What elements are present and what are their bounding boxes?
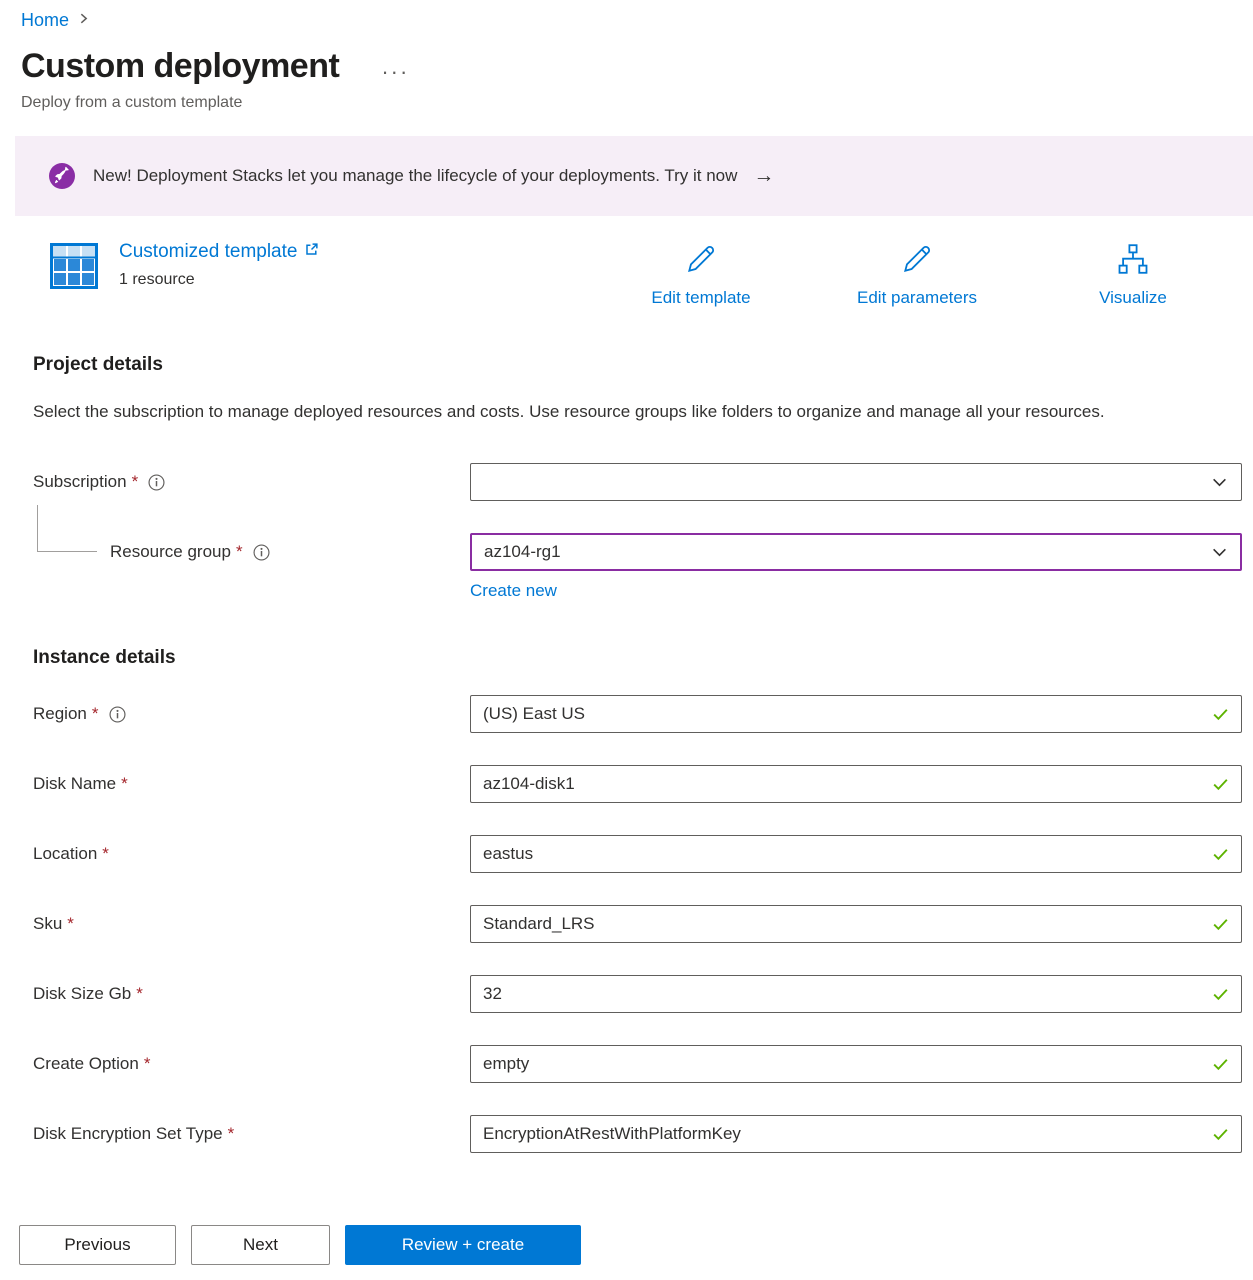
required-marker: * (236, 542, 243, 562)
template-name-label: Customized template (119, 241, 297, 263)
disk-size-input[interactable] (470, 975, 1242, 1013)
required-marker: * (92, 704, 99, 724)
valid-check-icon (1211, 985, 1230, 1004)
breadcrumb-home-link[interactable]: Home (21, 10, 69, 31)
valid-check-icon (1211, 1125, 1230, 1144)
next-button[interactable]: Next (191, 1225, 330, 1265)
template-meta: Customized template 1 resource (119, 241, 319, 289)
chevron-right-icon (77, 12, 90, 30)
template-actions: Edit template Edit parameters Visualize (593, 241, 1241, 308)
template-summary: Customized template 1 resource Edit temp… (0, 241, 1253, 308)
subscription-row: Subscription * (0, 463, 1253, 501)
template-name-link[interactable]: Customized template (119, 241, 319, 263)
resource-group-dropdown[interactable]: az104-rg1 (470, 533, 1242, 571)
arrow-right-icon[interactable]: → (753, 164, 774, 188)
breadcrumb: Home (0, 0, 1253, 31)
template-resource-count: 1 resource (119, 271, 319, 289)
required-marker: * (136, 984, 143, 1004)
resource-group-row: Resource group * az104-rg1 (0, 533, 1253, 571)
valid-check-icon (1211, 915, 1230, 934)
disk-encryption-set-type-input[interactable] (470, 1115, 1242, 1153)
disk-size-row: Disk Size Gb * (0, 975, 1253, 1013)
disk-encryption-set-type-label: Disk Encryption Set Type (33, 1124, 223, 1144)
region-row: Region * (0, 695, 1253, 733)
wizard-footer: Previous Next Review + create (0, 1210, 1253, 1280)
page-content: Home Custom deployment ··· Deploy from a… (0, 0, 1253, 1206)
info-icon[interactable] (109, 706, 126, 723)
create-option-input[interactable] (470, 1045, 1242, 1083)
hierarchy-icon (1115, 241, 1151, 282)
page-subtitle: Deploy from a custom template (21, 94, 1253, 112)
required-marker: * (121, 774, 128, 794)
required-marker: * (67, 914, 74, 934)
custom-deployment-page: Home Custom deployment ··· Deploy from a… (0, 0, 1253, 1280)
resource-group-label: Resource group (110, 542, 231, 562)
edit-parameters-button[interactable]: Edit parameters (809, 241, 1025, 308)
project-details-heading: Project details (33, 354, 1253, 376)
required-marker: * (132, 472, 139, 492)
deployment-stacks-banner[interactable]: New! Deployment Stacks let you manage th… (15, 136, 1253, 216)
info-icon[interactable] (253, 544, 270, 561)
page-title-row: Custom deployment ··· (21, 47, 1253, 86)
template-table-icon (50, 243, 98, 294)
location-input[interactable] (470, 835, 1242, 873)
visualize-label: Visualize (1099, 288, 1167, 308)
pencil-icon (899, 241, 935, 282)
location-row: Location * (0, 835, 1253, 873)
create-new-row: Create new (470, 581, 1253, 601)
edit-template-label: Edit template (651, 288, 750, 308)
banner-message: New! Deployment Stacks let you manage th… (93, 166, 737, 186)
pencil-icon (683, 241, 719, 282)
create-option-label: Create Option (33, 1054, 139, 1074)
sku-input[interactable] (470, 905, 1242, 943)
required-marker: * (228, 1124, 235, 1144)
region-input[interactable] (470, 695, 1242, 733)
tree-connector-line (37, 505, 97, 552)
valid-check-icon (1211, 775, 1230, 794)
resource-group-value: az104-rg1 (484, 542, 561, 562)
disk-name-input[interactable] (470, 765, 1242, 803)
disk-size-label: Disk Size Gb (33, 984, 131, 1004)
visualize-button[interactable]: Visualize (1025, 241, 1241, 308)
page-title: Custom deployment (21, 47, 339, 86)
disk-name-row: Disk Name * (0, 765, 1253, 803)
disk-encryption-set-type-row: Disk Encryption Set Type * (0, 1115, 1253, 1153)
rocket-icon (48, 162, 76, 190)
create-option-row: Create Option * (0, 1045, 1253, 1083)
previous-button[interactable]: Previous (19, 1225, 176, 1265)
external-link-icon (304, 241, 319, 263)
info-icon[interactable] (148, 474, 165, 491)
sku-row: Sku * (0, 905, 1253, 943)
region-label: Region (33, 704, 87, 724)
sku-label: Sku (33, 914, 62, 934)
more-menu-button[interactable]: ··· (381, 49, 409, 85)
valid-check-icon (1211, 845, 1230, 864)
disk-name-label: Disk Name (33, 774, 116, 794)
project-details-description: Select the subscription to manage deploy… (33, 396, 1183, 427)
required-marker: * (144, 1054, 151, 1074)
edit-parameters-label: Edit parameters (857, 288, 977, 308)
create-new-link[interactable]: Create new (470, 581, 557, 600)
valid-check-icon (1211, 705, 1230, 724)
required-marker: * (102, 844, 109, 864)
review-create-button[interactable]: Review + create (345, 1225, 581, 1265)
location-label: Location (33, 844, 97, 864)
edit-template-button[interactable]: Edit template (593, 241, 809, 308)
instance-details-heading: Instance details (33, 647, 1253, 669)
subscription-dropdown[interactable] (470, 463, 1242, 501)
subscription-label: Subscription (33, 472, 127, 492)
valid-check-icon (1211, 1055, 1230, 1074)
